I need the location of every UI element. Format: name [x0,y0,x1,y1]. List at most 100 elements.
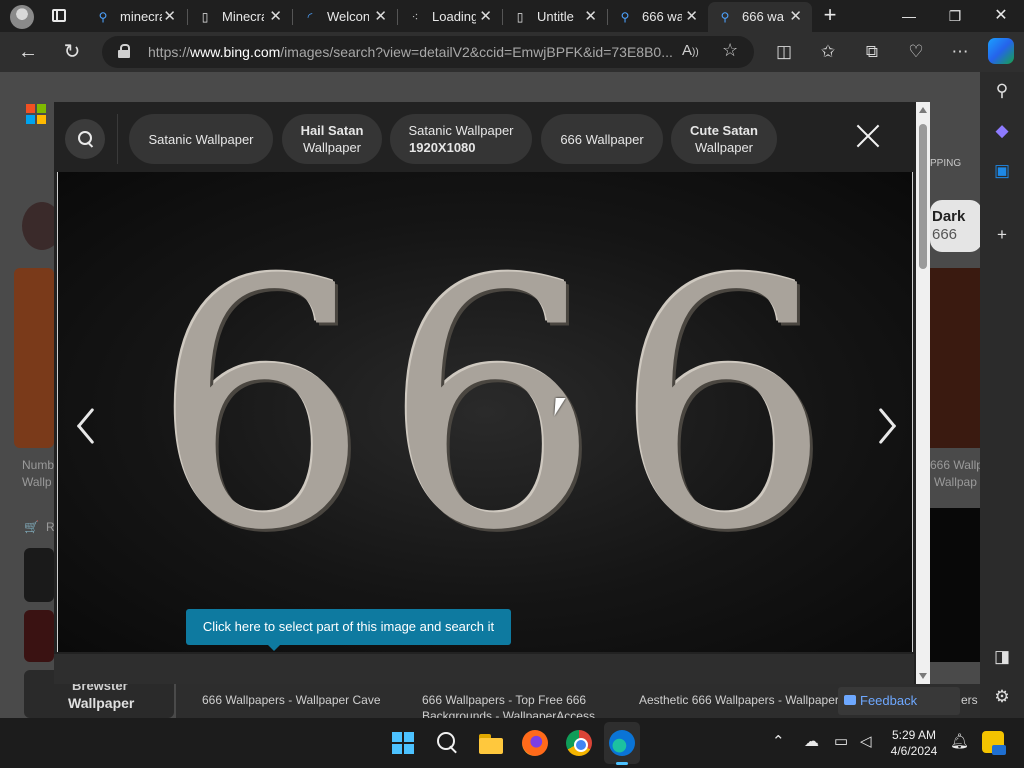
related-chip[interactable]: Satanic Wallpaper [129,114,273,164]
thumb-caption: Numb [22,458,55,472]
result-title[interactable]: ers [961,693,978,707]
tab-actions-icon [52,9,66,22]
search-icon[interactable]: ⚲ [991,80,1013,102]
related-chip[interactable]: Satanic Wallpaper 1920X1080 [390,114,532,164]
result-title[interactable]: 666 Wallpapers - Wallpaper Cave [202,693,381,707]
volume-muted-icon[interactable]: ◁ [860,733,872,751]
favorites-icon[interactable]: ✩ [814,38,842,66]
system-clock[interactable]: 5:29 AM 4/6/2024 [884,727,944,759]
image-thumb-left[interactable] [14,268,54,448]
close-modal-icon[interactable] [854,122,882,150]
edge-icon[interactable] [609,730,635,756]
tab-0[interactable]: ⚲ minecra ✕ [86,2,186,32]
taskbar-search-icon[interactable] [434,730,460,756]
address-bar[interactable]: https://www.bing.com/images/search?view=… [102,36,754,68]
tab-1[interactable]: ▯ Minecra ✕ [188,2,292,32]
scrollbar-thumb[interactable] [919,124,927,269]
close-icon[interactable]: ✕ [584,8,597,26]
visual-search-tip[interactable]: Click here to select part of this image … [186,609,511,651]
image-digit: 6 [153,209,370,605]
image-thumb[interactable] [24,548,54,602]
tab-title: 666 wa [642,9,682,24]
split-screen-icon[interactable]: ◫ [770,38,798,66]
image-thumb-right[interactable] [930,268,980,448]
chip-line: Wallpaper [302,140,362,155]
chrome-icon[interactable] [566,730,592,756]
sticky-notes-icon[interactable] [982,731,1006,755]
outlook-icon[interactable]: ▣ [991,160,1013,182]
tab-title: Welcon [327,9,369,24]
result-title[interactable]: Aesthetic 666 Wallpapers - Wallpaper [639,693,839,707]
network-icon[interactable]: ▭ [834,733,848,751]
close-icon[interactable]: ✕ [269,8,282,26]
mouse-cursor-icon [554,398,566,416]
related-chip[interactable]: Cute Satan Wallpaper [671,114,777,164]
scroll-down-icon[interactable] [919,673,927,679]
tab-title: Minecra [222,9,264,24]
close-window-button[interactable]: ✕ [978,4,1024,28]
close-icon[interactable]: ✕ [374,8,387,26]
search-icon: ⚲ [720,10,730,24]
main-image[interactable]: 6 6 6 Click here to select part of this … [57,172,913,652]
lock-icon[interactable] [118,44,130,58]
chip-line: Cute Satan [690,123,758,138]
back-button[interactable]: ← [14,38,42,66]
tab-5[interactable]: ⚲ 666 wa ✕ [608,2,708,32]
related-search-button[interactable] [65,119,105,159]
next-image-arrow-icon[interactable] [876,406,900,446]
close-icon[interactable]: ✕ [685,8,698,26]
modal-scrollbar[interactable] [916,102,930,684]
copilot-sidebar-icon[interactable]: ◆ [991,120,1013,142]
favorite-star-icon[interactable]: ☆ [722,40,738,61]
chip-text: Dark [932,208,966,225]
chip-line: Wallpaper [694,140,754,155]
sidebar-settings-icon[interactable]: ⚙ [991,686,1013,708]
notification-bell-icon[interactable]: 🔔︎ [950,733,969,751]
close-icon[interactable]: ✕ [479,8,492,26]
tab-4[interactable]: ▯ Untitle ✕ [503,2,607,32]
feedback-button[interactable]: Feedback [838,687,960,715]
result-subtitle: Backgrounds - WallpaperAccess [422,709,595,718]
close-icon[interactable]: ✕ [163,8,176,26]
previous-image-arrow-icon[interactable] [74,406,98,446]
browser-window: ⚲ minecra ✕ ▯ Minecra ✕ ◜ Welcon ✕ ⁖ Loa… [0,0,1024,768]
url-path: /images/search?view=detailV2&ccid=EmwjBP… [280,44,673,60]
cloud-icon[interactable]: ☁ [804,733,819,751]
refresh-button[interactable]: ↻ [58,38,86,66]
show-hidden-icons[interactable]: ⌃ [772,733,785,751]
new-tab-button[interactable]: + [818,4,842,28]
image-digit: 6 [615,209,832,605]
tab-title: minecra [120,9,162,24]
shopping-tab-label[interactable]: PPING [930,158,961,169]
tab-3[interactable]: ⁖ Loading ✕ [398,2,502,32]
image-thumb[interactable] [24,610,54,662]
thumb-caption: Wallpap [934,475,977,489]
start-button[interactable] [390,730,416,756]
related-chip[interactable]: 666 Wallpaper [541,114,663,164]
hide-sidebar-icon[interactable]: ◨ [991,646,1013,668]
result-title[interactable]: 666 Wallpapers - Top Free 666 [422,693,586,707]
modal-footer [54,654,914,684]
minimize-button[interactable]: — [886,4,932,28]
url-text[interactable]: https://www.bing.com/images/search?view=… [148,44,678,60]
copilot-icon[interactable] [988,38,1014,64]
add-sidebar-icon[interactable]: + [991,224,1013,246]
tab-6-active[interactable]: ⚲ 666 wa ✕ [708,2,812,32]
chip-text: 666 [932,226,958,243]
restore-button[interactable]: ❐ [932,4,978,28]
browser-essentials-icon[interactable]: ♡ [902,38,930,66]
tab-title: Loading [432,9,476,24]
read-aloud-icon[interactable]: A)) [682,42,699,59]
collections-icon[interactable]: ⧉ [858,38,886,66]
settings-more-icon[interactable]: ⋯ [946,38,974,66]
tab-2[interactable]: ◜ Welcon ✕ [293,2,397,32]
profile-avatar[interactable] [10,5,34,29]
scroll-up-icon[interactable] [919,107,927,113]
file-explorer-icon[interactable] [478,730,504,756]
microsoft-logo [26,104,46,124]
firefox-icon[interactable] [522,730,548,756]
related-chip[interactable]: Hail Satan Wallpaper [282,114,382,164]
tab-actions-button[interactable] [48,6,70,26]
close-icon[interactable]: ✕ [789,8,802,26]
image-thumb-right[interactable] [930,508,980,662]
